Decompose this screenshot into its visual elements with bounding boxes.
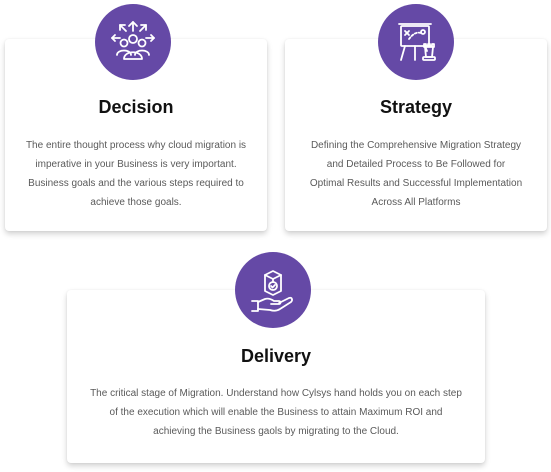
decision-title: Decision: [98, 97, 174, 117]
delivery-title: Delivery: [240, 346, 312, 366]
delivery-hand-box-icon: [235, 252, 311, 328]
decision-arrows-people-icon: [95, 4, 171, 80]
delivery-description: The critical stage of Migration. Underst…: [90, 388, 462, 437]
strategy-board-chess-icon: [378, 4, 454, 80]
decision-description: The entire thought process why cloud mig…: [25, 140, 247, 208]
strategy-description: Defining the Comprehensive Migration Str…: [309, 140, 523, 208]
strategy-title: Strategy: [379, 97, 453, 117]
